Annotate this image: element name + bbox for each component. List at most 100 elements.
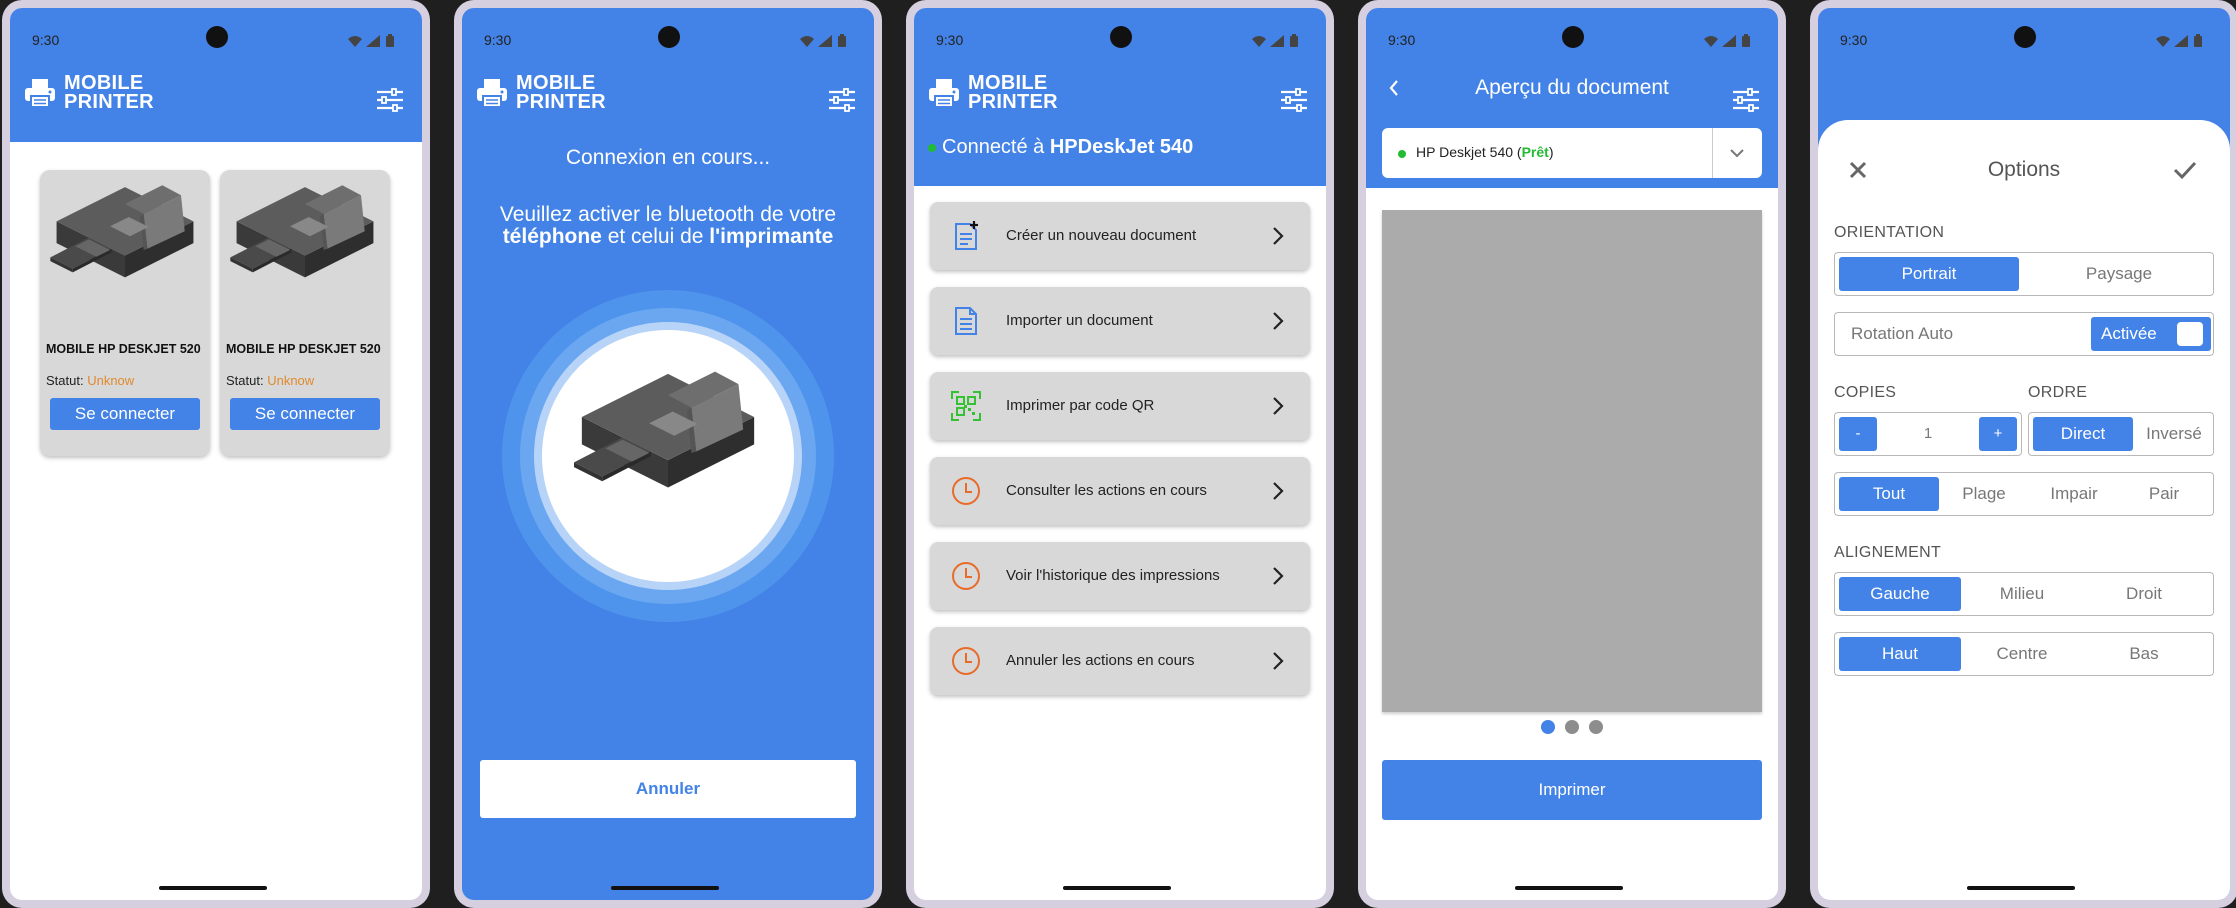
print-button[interactable]: Imprimer	[1382, 760, 1762, 820]
align-center[interactable]: Centre	[1961, 637, 2083, 671]
orientation-portrait[interactable]: Portrait	[1839, 257, 2019, 291]
bluetooth-instructions: Veuillez activer le bluetooth de votre t…	[499, 203, 837, 248]
connect-button[interactable]: Se connecter	[230, 398, 380, 430]
printer-card[interactable]: MOBILE HP DESKJET 520 Statut: Unknow Se …	[220, 170, 390, 456]
printer-image	[230, 184, 380, 296]
menu-item-print-history[interactable]: Voir l'historique des impressions	[930, 542, 1310, 610]
orientation-landscape[interactable]: Paysage	[2029, 257, 2209, 291]
printer-logo-icon	[476, 78, 508, 108]
alignment-heading: ALIGNEMENT	[1834, 544, 1942, 561]
home-indicator[interactable]	[159, 886, 267, 890]
camera-cutout	[2014, 26, 2036, 48]
screen-document-preview: 9:30 Aperçu du document HP Deskjet 540 (…	[1366, 8, 1778, 900]
settings-sliders-icon[interactable]	[376, 88, 404, 112]
orientation-heading: ORIENTATION	[1834, 224, 1945, 241]
range-even[interactable]: Pair	[2119, 477, 2209, 511]
selected-printer: HP Deskjet 540 (Prêt)	[1416, 144, 1554, 160]
copies-increment-button[interactable]: +	[1979, 417, 2017, 451]
clock-icon	[950, 560, 982, 592]
order-toggle: Direct Inversé	[2028, 412, 2214, 456]
range-all[interactable]: Tout	[1839, 477, 1939, 511]
page-indicator	[1366, 720, 1778, 734]
home-indicator[interactable]	[1967, 886, 2075, 890]
horizontal-alignment-toggle: Gauche Milieu Droit	[1834, 572, 2214, 616]
phone-printer-list: 9:30 MOBILE PRINTER MOBILE HP DESKJET 520…	[2, 0, 430, 908]
align-top[interactable]: Haut	[1839, 637, 1961, 671]
copies-decrement-button[interactable]: -	[1839, 417, 1877, 451]
menu-item-label: Voir l'historique des impressions	[1006, 567, 1220, 584]
menu-item-current-actions[interactable]: Consulter les actions en cours	[930, 457, 1310, 525]
range-odd[interactable]: Impair	[2029, 477, 2119, 511]
align-right[interactable]: Droit	[2083, 577, 2205, 611]
page-range-toggle: Tout Plage Impair Pair	[1834, 472, 2214, 516]
settings-sliders-icon[interactable]	[1280, 88, 1308, 112]
home-indicator[interactable]	[1515, 886, 1623, 890]
align-middle[interactable]: Milieu	[1961, 577, 2083, 611]
document-preview[interactable]	[1382, 210, 1762, 712]
page-dot-active[interactable]	[1541, 720, 1555, 734]
printer-logo-icon	[24, 78, 56, 108]
range-custom[interactable]: Plage	[1939, 477, 2029, 511]
page-title: Aperçu du document	[1475, 76, 1669, 99]
screen-main-menu: 9:30 MOBILE PRINTER Connecté à HPDeskJet …	[914, 8, 1326, 900]
phone-main-menu: 9:30 MOBILE PRINTER Connecté à HPDeskJet …	[906, 0, 1334, 908]
check-icon[interactable]	[2172, 160, 2198, 180]
screen-printer-list: 9:30 MOBILE PRINTER MOBILE HP DESKJET 520…	[10, 8, 422, 900]
order-direct[interactable]: Direct	[2033, 417, 2133, 451]
order-reverse[interactable]: Inversé	[2139, 417, 2209, 451]
clock-icon	[950, 645, 982, 677]
settings-sliders-icon[interactable]	[828, 88, 856, 112]
printer-image	[574, 370, 762, 511]
menu-item-cancel-actions[interactable]: Annuler les actions en cours	[930, 627, 1310, 695]
page-dot[interactable]	[1589, 720, 1603, 734]
page-dot[interactable]	[1565, 720, 1579, 734]
connect-button[interactable]: Se connecter	[50, 398, 200, 430]
printer-select[interactable]: HP Deskjet 540 (Prêt)	[1382, 128, 1762, 178]
status-bar: 9:30	[10, 8, 422, 72]
options-sheet: Options ORIENTATION Portrait Paysage Rot…	[1818, 120, 2230, 900]
menu-item-label: Consulter les actions en cours	[1006, 482, 1207, 499]
status-icons	[346, 34, 400, 48]
status-icons	[798, 34, 852, 48]
phone-options: 9:30 Options ORIENTATION Portrait Paysag…	[1810, 0, 2236, 908]
home-indicator[interactable]	[611, 886, 719, 890]
rotation-auto-label: Rotation Auto	[1851, 324, 1954, 343]
status-time: 9:30	[484, 32, 512, 48]
orientation-toggle: Portrait Paysage	[1834, 252, 2214, 296]
align-left[interactable]: Gauche	[1839, 577, 1961, 611]
brand-logo: MOBILE PRINTER	[24, 73, 154, 112]
screen-options: 9:30 Options ORIENTATION Portrait Paysag…	[1818, 8, 2230, 900]
printer-ready-dot-icon	[1398, 150, 1406, 158]
printer-status: Statut: Unknow	[226, 373, 315, 388]
camera-cutout	[1562, 26, 1584, 48]
menu-item-qr-print[interactable]: Imprimer par code QR	[930, 372, 1310, 440]
rotation-auto-toggle[interactable]: Activée	[2091, 317, 2211, 351]
status-bar: 9:30	[1366, 8, 1778, 72]
status-icons	[1250, 34, 1304, 48]
chevron-right-icon	[1272, 651, 1284, 671]
vertical-alignment-toggle: Haut Centre Bas	[1834, 632, 2214, 676]
printer-logo-icon	[928, 78, 960, 108]
status-time: 9:30	[1388, 32, 1416, 48]
order-heading: ORDRE	[2028, 384, 2088, 401]
home-indicator[interactable]	[1063, 886, 1171, 890]
copies-stepper: - 1 +	[1834, 412, 2022, 456]
menu-item-label: Créer un nouveau document	[1006, 227, 1197, 244]
printer-status-value: Unknow	[87, 373, 135, 388]
status-bar: 9:30	[1818, 8, 2230, 72]
copies-value[interactable]: 1	[1895, 417, 1961, 451]
align-bottom[interactable]: Bas	[2083, 637, 2205, 671]
menu-item-import-document[interactable]: Importer un document	[930, 287, 1310, 355]
menu-item-label: Imprimer par code QR	[1006, 397, 1155, 414]
connected-device-name: HPDeskJet 540	[1049, 136, 1194, 158]
camera-cutout	[658, 26, 680, 48]
clock-icon	[950, 475, 982, 507]
toggle-knob	[2177, 322, 2203, 346]
new-document-icon	[955, 221, 978, 250]
menu-item-new-document[interactable]: Créer un nouveau document	[930, 202, 1310, 270]
settings-sliders-icon[interactable]	[1732, 88, 1760, 112]
cancel-button[interactable]: Annuler	[480, 760, 856, 818]
connection-status: Connecté à HPDeskJet 540	[928, 136, 1193, 159]
printer-card[interactable]: MOBILE HP DESKJET 520 Statut: Unknow Se …	[40, 170, 210, 456]
brand-line-2: PRINTER	[516, 91, 606, 113]
